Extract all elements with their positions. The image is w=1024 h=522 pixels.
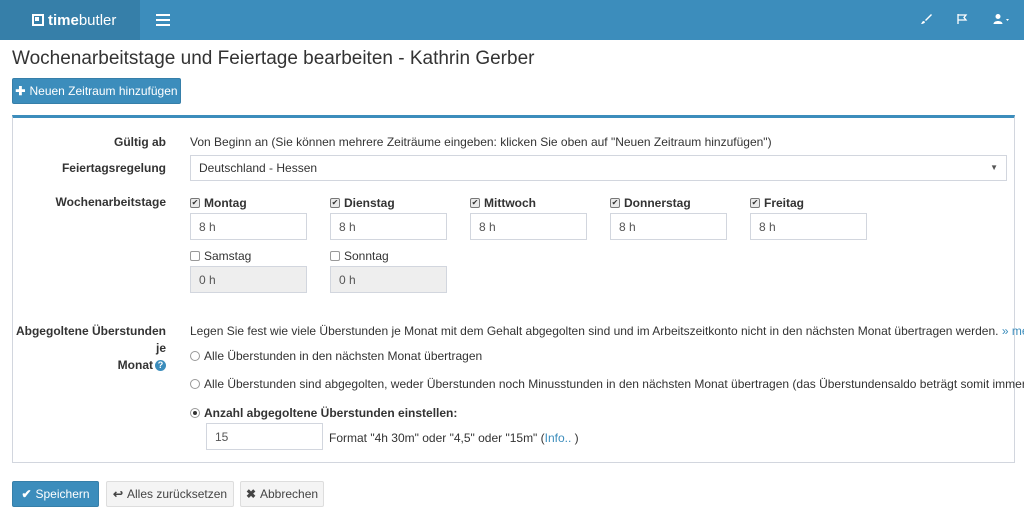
brand-name-light: butler	[78, 11, 117, 29]
hours-input-mittwoch[interactable]: 8 h	[470, 213, 587, 240]
holiday-rule-select[interactable]: Deutschland - Hessen ▼	[190, 155, 1007, 181]
add-period-button[interactable]: ✚ Neuen Zeitraum hinzufügen	[12, 78, 181, 104]
day-label-mittwoch: Mittwoch	[484, 196, 536, 210]
valid-from-value: Von Beginn an	[190, 135, 269, 149]
form-panel: Gültig ab Von Beginn an (Sie können mehr…	[12, 115, 1024, 463]
day-checkbox-montag[interactable]: ✔	[190, 198, 200, 208]
day-samstag: Samstag	[190, 249, 251, 263]
overtime-option-set-amount[interactable]: Anzahl abgegoltene Überstunden einstelle…	[190, 406, 457, 420]
day-checkbox-dienstag[interactable]: ✔	[330, 198, 340, 208]
cancel-button[interactable]: ✖ Abbrechen	[240, 481, 324, 507]
radio-transfer-all[interactable]	[190, 351, 200, 361]
day-label-montag: Montag	[204, 196, 247, 210]
day-freitag: ✔ Freitag	[750, 196, 804, 210]
save-label: Speichern	[35, 487, 90, 501]
plus-icon: ✚	[15, 84, 26, 98]
user-menu-icon[interactable]	[980, 13, 1024, 28]
undo-icon: ↩	[112, 487, 123, 501]
flag-icon[interactable]	[944, 13, 980, 28]
overtime-description: Legen Sie fest wie viele Überstunden je …	[190, 324, 1024, 338]
brand-logo[interactable]: time butler	[0, 0, 140, 40]
day-label-samstag: Samstag	[204, 249, 252, 263]
overtime-description-text: Legen Sie fest wie viele Überstunden je …	[190, 324, 999, 338]
radio-set-amount-label: Anzahl abgegoltene Überstunden einstelle…	[204, 406, 458, 420]
holiday-rule-label: Feiertagsregelung	[61, 161, 166, 175]
valid-from-label: Gültig ab	[114, 135, 166, 149]
holiday-rule-selected: Deutschland - Hessen	[199, 161, 318, 175]
add-period-label: Neuen Zeitraum hinzufügen	[29, 84, 178, 98]
workdays-label: Wochenarbeitstage	[55, 195, 166, 209]
save-button[interactable]: ✔ Speichern	[12, 481, 99, 507]
hours-input-samstag[interactable]: 0 h	[190, 266, 307, 293]
radio-all-compensated[interactable]	[190, 379, 200, 389]
reset-label: Alles zurücksetzen	[127, 487, 228, 501]
brand-name-bold: time	[48, 11, 79, 29]
hours-input-sonntag[interactable]: 0 h	[330, 266, 447, 293]
overtime-option-transfer-all[interactable]: Alle Überstunden in den nächsten Monat ü…	[190, 349, 482, 363]
format-hint-end: )	[571, 431, 579, 445]
close-icon: ✖	[245, 487, 256, 501]
overtime-hours-input[interactable]: 15	[206, 423, 323, 450]
valid-from-hint: (Sie können mehrere Zeiträume eingeben: …	[271, 135, 772, 149]
day-dienstag: ✔ Dienstag	[330, 196, 395, 210]
cancel-label: Abbrechen	[260, 487, 319, 501]
page-title: Wochenarbeitstage und Feiertage bearbeit…	[12, 48, 535, 69]
valid-from-text: Von Beginn an (Sie können mehrere Zeiträ…	[190, 135, 772, 149]
timebutler-logo-icon	[32, 14, 44, 26]
day-label-freitag: Freitag	[764, 196, 805, 210]
radio-all-compensated-label: Alle Überstunden sind abgegolten, weder …	[204, 377, 1024, 391]
day-donnerstag: ✔ Donnerstag	[610, 196, 691, 210]
top-navbar: time butler	[0, 0, 1024, 40]
overtime-label-line2: Monat	[117, 358, 153, 372]
radio-set-amount[interactable]	[190, 408, 200, 418]
hours-input-dienstag[interactable]: 8 h	[330, 213, 447, 240]
day-checkbox-donnerstag[interactable]: ✔	[610, 198, 620, 208]
check-icon: ✔	[21, 487, 32, 501]
day-sonntag: Sonntag	[330, 249, 389, 263]
day-checkbox-freitag[interactable]: ✔	[750, 198, 760, 208]
hours-input-freitag[interactable]: 8 h	[750, 213, 867, 240]
overtime-option-all-compensated[interactable]: Alle Überstunden sind abgegolten, weder …	[190, 377, 1024, 391]
brush-icon[interactable]	[908, 13, 944, 28]
overtime-label-line1: Abgegoltene Überstunden je	[15, 324, 166, 355]
more-link[interactable]: » mehr..	[1002, 324, 1024, 338]
info-link[interactable]: Info..	[545, 431, 572, 445]
day-label-donnerstag: Donnerstag	[624, 196, 691, 210]
day-label-dienstag: Dienstag	[344, 196, 395, 210]
navbar-right	[908, 0, 1024, 40]
day-checkbox-sonntag[interactable]	[330, 251, 340, 261]
day-checkbox-mittwoch[interactable]: ✔	[470, 198, 480, 208]
radio-transfer-all-label: Alle Überstunden in den nächsten Monat ü…	[204, 349, 483, 363]
help-icon[interactable]: ?	[155, 360, 166, 372]
dropdown-arrow-icon: ▼	[990, 163, 998, 172]
hours-input-montag[interactable]: 8 h	[190, 213, 307, 240]
day-mittwoch: ✔ Mittwoch	[470, 196, 536, 210]
menu-toggle-icon[interactable]	[156, 14, 170, 26]
day-label-sonntag: Sonntag	[344, 249, 389, 263]
format-hint: Format "4h 30m" oder "4,5" oder "15m" (I…	[329, 431, 579, 445]
hours-input-donnerstag[interactable]: 8 h	[610, 213, 727, 240]
format-hint-text: Format "4h 30m" oder "4,5" oder "15m" (	[329, 431, 545, 445]
day-montag: ✔ Montag	[190, 196, 247, 210]
overtime-label: Abgegoltene Überstunden je Monat?	[13, 323, 166, 374]
reset-button[interactable]: ↩ Alles zurücksetzen	[106, 481, 234, 507]
day-checkbox-samstag[interactable]	[190, 251, 200, 261]
